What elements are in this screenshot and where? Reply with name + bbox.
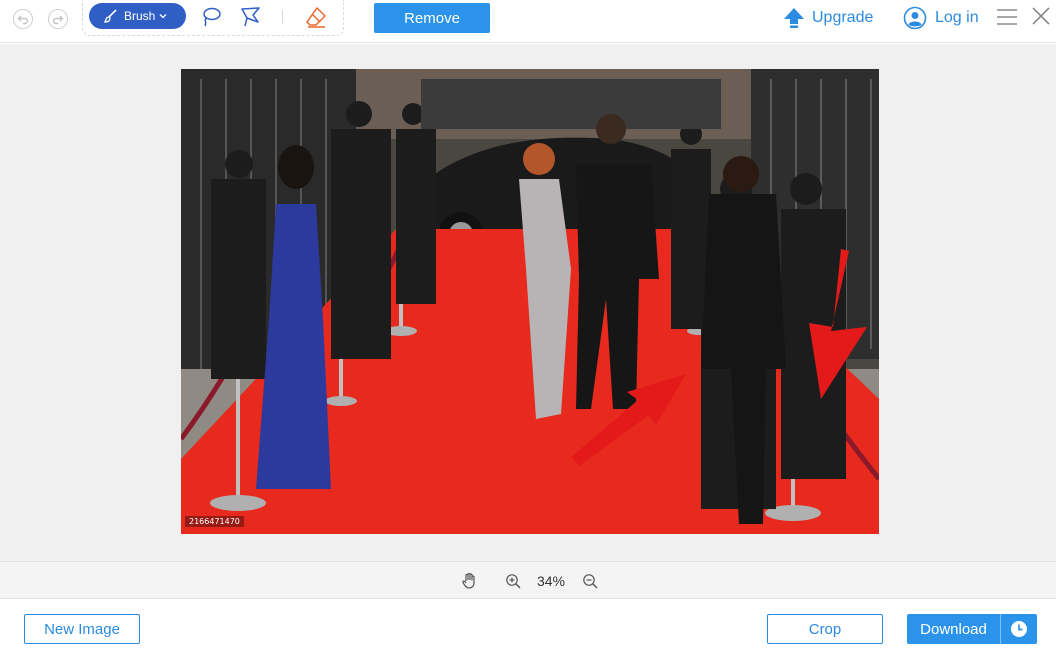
upgrade-link[interactable]: Upgrade: [782, 5, 873, 31]
brush-icon: [103, 9, 117, 23]
crop-button[interactable]: Crop: [767, 614, 883, 644]
new-image-button[interactable]: New Image: [24, 614, 140, 644]
red-carpet-photo-illustration: [181, 69, 879, 534]
remove-button[interactable]: Remove: [374, 3, 490, 33]
menu-icon[interactable]: [996, 7, 1018, 27]
chevron-down-icon[interactable]: [158, 11, 168, 21]
upgrade-arrow-icon: [784, 8, 804, 28]
brush-tool-button[interactable]: Brush: [89, 3, 186, 29]
clock-icon: [1011, 621, 1027, 637]
download-history-button[interactable]: [1001, 614, 1037, 644]
selection-tool-group: Brush: [82, 0, 344, 36]
undo-button[interactable]: [13, 9, 33, 29]
redo-button[interactable]: [48, 9, 68, 29]
edited-photo[interactable]: 2166471470: [181, 69, 879, 534]
close-icon[interactable]: [1031, 6, 1051, 26]
undo-icon: [17, 15, 29, 25]
zoom-bar: 34%: [0, 561, 1056, 599]
top-toolbar: Brush Remove Upgrade Log in: [0, 0, 1056, 43]
hand-icon[interactable]: [461, 572, 478, 589]
upgrade-label: Upgrade: [812, 9, 874, 26]
tool-divider: [282, 10, 283, 24]
polygon-lasso-icon[interactable]: [239, 5, 263, 29]
lasso-icon[interactable]: [199, 5, 223, 29]
brush-label: Brush: [124, 9, 156, 23]
login-label: Log in: [935, 9, 979, 26]
editor-canvas[interactable]: 2166471470: [0, 44, 1056, 561]
zoom-level: 34%: [536, 573, 566, 589]
login-link[interactable]: Log in: [903, 5, 979, 31]
bottom-bar: New Image Crop Download: [0, 599, 1056, 651]
user-icon: [903, 6, 927, 30]
photo-credit: 2166471470: [185, 516, 244, 527]
zoom-in-icon[interactable]: [505, 573, 521, 589]
download-button[interactable]: Download: [907, 614, 1037, 644]
redo-icon: [52, 15, 64, 25]
eraser-icon[interactable]: [304, 5, 328, 29]
zoom-out-icon[interactable]: [582, 573, 598, 589]
download-label: Download: [920, 620, 987, 638]
